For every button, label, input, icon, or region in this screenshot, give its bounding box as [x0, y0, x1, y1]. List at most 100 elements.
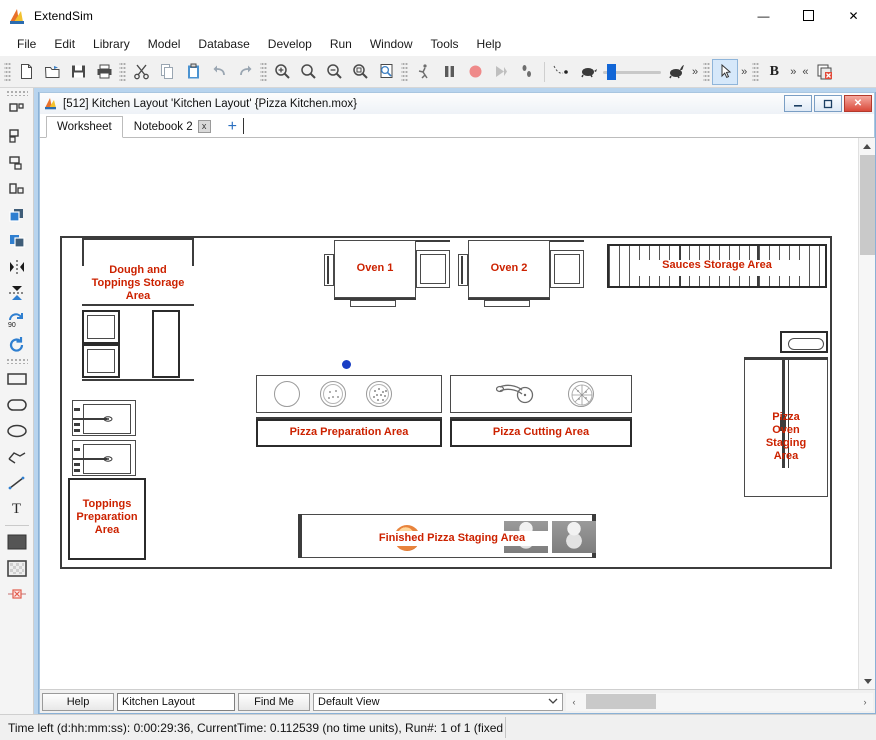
- bold-icon[interactable]: B: [761, 59, 787, 85]
- rotate-90-icon[interactable]: 90: [4, 306, 30, 332]
- toolbar-grip-2[interactable]: [119, 60, 126, 83]
- flip-vertical-icon[interactable]: [4, 280, 30, 306]
- horizontal-scroll-thumb[interactable]: [586, 694, 656, 709]
- dough-storage-group[interactable]: Dough and Toppings Storage Area: [64, 238, 198, 398]
- paste-icon[interactable]: [180, 59, 206, 85]
- scroll-down-arrow-icon[interactable]: [859, 672, 876, 689]
- close-model-icon[interactable]: [812, 59, 838, 85]
- toolbar-grip-3[interactable]: [260, 60, 267, 83]
- document-close-button[interactable]: ✕: [844, 95, 872, 112]
- save-icon[interactable]: [65, 59, 91, 85]
- pizza-cutting-group[interactable]: Pizza Cutting Area: [450, 375, 632, 450]
- storage-tall-cabinet[interactable]: [152, 310, 180, 378]
- text-tool-icon[interactable]: T: [4, 496, 30, 522]
- zoom-out-icon[interactable]: [321, 59, 347, 85]
- rectangle-tool-icon[interactable]: [4, 366, 30, 392]
- add-tab-button[interactable]: +: [222, 119, 243, 137]
- animation-path-icon[interactable]: [549, 59, 575, 85]
- sauces-storage-group[interactable]: Sauces Storage Area: [607, 244, 827, 294]
- zoom-in-icon[interactable]: [269, 59, 295, 85]
- pizza-preparation-group[interactable]: Pizza Preparation Area: [256, 375, 442, 450]
- find-me-button[interactable]: Find Me: [238, 692, 310, 711]
- canvas-horizontal-scrollbar[interactable]: ‹ ›: [566, 692, 873, 711]
- stop-icon[interactable]: [462, 59, 488, 85]
- toolbar-overflow-1[interactable]: »: [689, 66, 701, 78]
- toolbar-collapse[interactable]: «: [799, 66, 811, 78]
- canvas-vertical-scrollbar[interactable]: [858, 138, 875, 689]
- menu-model[interactable]: Model: [139, 34, 190, 54]
- slow-turtle-icon[interactable]: [575, 59, 601, 85]
- print-icon[interactable]: [91, 59, 117, 85]
- send-to-back-icon[interactable]: [4, 228, 30, 254]
- simulation-speed-slider[interactable]: [601, 62, 663, 82]
- bring-to-front-icon[interactable]: [4, 202, 30, 228]
- toolbar-grip-1[interactable]: [4, 60, 11, 83]
- toppings-station-2[interactable]: [72, 440, 136, 476]
- tab-close-icon[interactable]: x: [197, 120, 211, 133]
- oven-2-group[interactable]: Oven 2: [446, 236, 586, 326]
- pattern-swatch[interactable]: [4, 555, 30, 581]
- step-into-icon[interactable]: [514, 59, 540, 85]
- toolbar-grip-6[interactable]: [752, 60, 760, 83]
- scroll-left-arrow-icon[interactable]: ‹: [566, 697, 582, 707]
- undo-arrow-icon[interactable]: [206, 59, 232, 85]
- vertical-scroll-thumb[interactable]: [860, 155, 875, 255]
- chevron-down-icon[interactable]: [548, 697, 558, 707]
- scroll-right-arrow-icon[interactable]: ›: [857, 697, 873, 707]
- cut-scissors-icon[interactable]: [128, 59, 154, 85]
- pause-icon[interactable]: [436, 59, 462, 85]
- storage-bin-lower[interactable]: [82, 344, 120, 378]
- kitchen-layout-canvas[interactable]: Dough and Toppings Storage Area Oven 1 O…: [40, 138, 858, 689]
- finished-staging-group[interactable]: Finished Pizza Staging Area: [298, 514, 596, 564]
- copy-icon[interactable]: [154, 59, 180, 85]
- toolbar-overflow-2[interactable]: »: [738, 66, 750, 78]
- palette-grip[interactable]: [5, 90, 28, 96]
- tab-notebook-2[interactable]: Notebook 2 x: [123, 115, 222, 137]
- menu-library[interactable]: Library: [84, 34, 139, 54]
- staging-tray[interactable]: [780, 331, 828, 353]
- menu-help[interactable]: Help: [468, 34, 511, 54]
- menu-tools[interactable]: Tools: [422, 34, 468, 54]
- align-bottom-icon[interactable]: [4, 176, 30, 202]
- oven-1-group[interactable]: Oven 1: [312, 236, 452, 326]
- flip-horizontal-icon[interactable]: [4, 254, 30, 280]
- menu-window[interactable]: Window: [361, 34, 422, 54]
- zoom-magnifier-icon[interactable]: [295, 59, 321, 85]
- scroll-up-arrow-icon[interactable]: [859, 138, 876, 155]
- rounded-rectangle-tool-icon[interactable]: [4, 392, 30, 418]
- pizza-animation-dot[interactable]: [342, 360, 351, 369]
- open-folder-icon[interactable]: [39, 59, 65, 85]
- toolbar-grip-4[interactable]: [401, 60, 408, 83]
- palette-grip-2[interactable]: [5, 358, 28, 364]
- step-forward-icon[interactable]: [488, 59, 514, 85]
- horizontal-scroll-track[interactable]: [582, 694, 857, 709]
- minimize-button[interactable]: —: [741, 0, 786, 32]
- menu-file[interactable]: File: [8, 34, 45, 54]
- menu-run[interactable]: Run: [321, 34, 361, 54]
- align-left-icon[interactable]: [4, 98, 30, 124]
- zoom-page-icon[interactable]: [373, 59, 399, 85]
- pointer-cursor-icon[interactable]: [712, 58, 739, 85]
- document-restore-button[interactable]: [814, 95, 842, 112]
- align-right-icon[interactable]: [4, 150, 30, 176]
- align-center-icon[interactable]: [4, 124, 30, 150]
- line-tool-icon[interactable]: [4, 470, 30, 496]
- rotate-free-icon[interactable]: [4, 332, 30, 358]
- toolbar-overflow-3[interactable]: »: [787, 66, 799, 78]
- redo-arrow-icon[interactable]: [232, 59, 258, 85]
- ellipse-tool-icon[interactable]: [4, 418, 30, 444]
- view-selector[interactable]: Default View: [313, 692, 563, 711]
- maximize-button[interactable]: [786, 0, 831, 32]
- fill-color-swatch[interactable]: [4, 529, 30, 555]
- menu-develop[interactable]: Develop: [259, 34, 321, 54]
- fast-rabbit-icon[interactable]: [663, 59, 689, 85]
- toppings-preparation-group[interactable]: Toppings Preparation Area: [68, 400, 174, 568]
- toppings-station-1[interactable]: [72, 400, 136, 436]
- toolbar-grip-5[interactable]: [703, 60, 711, 83]
- run-simulation-icon[interactable]: [410, 59, 436, 85]
- zoom-selection-icon[interactable]: [347, 59, 373, 85]
- no-line-icon[interactable]: [4, 581, 30, 607]
- menu-database[interactable]: Database: [189, 34, 258, 54]
- tab-worksheet[interactable]: Worksheet: [46, 116, 123, 138]
- menu-edit[interactable]: Edit: [45, 34, 84, 54]
